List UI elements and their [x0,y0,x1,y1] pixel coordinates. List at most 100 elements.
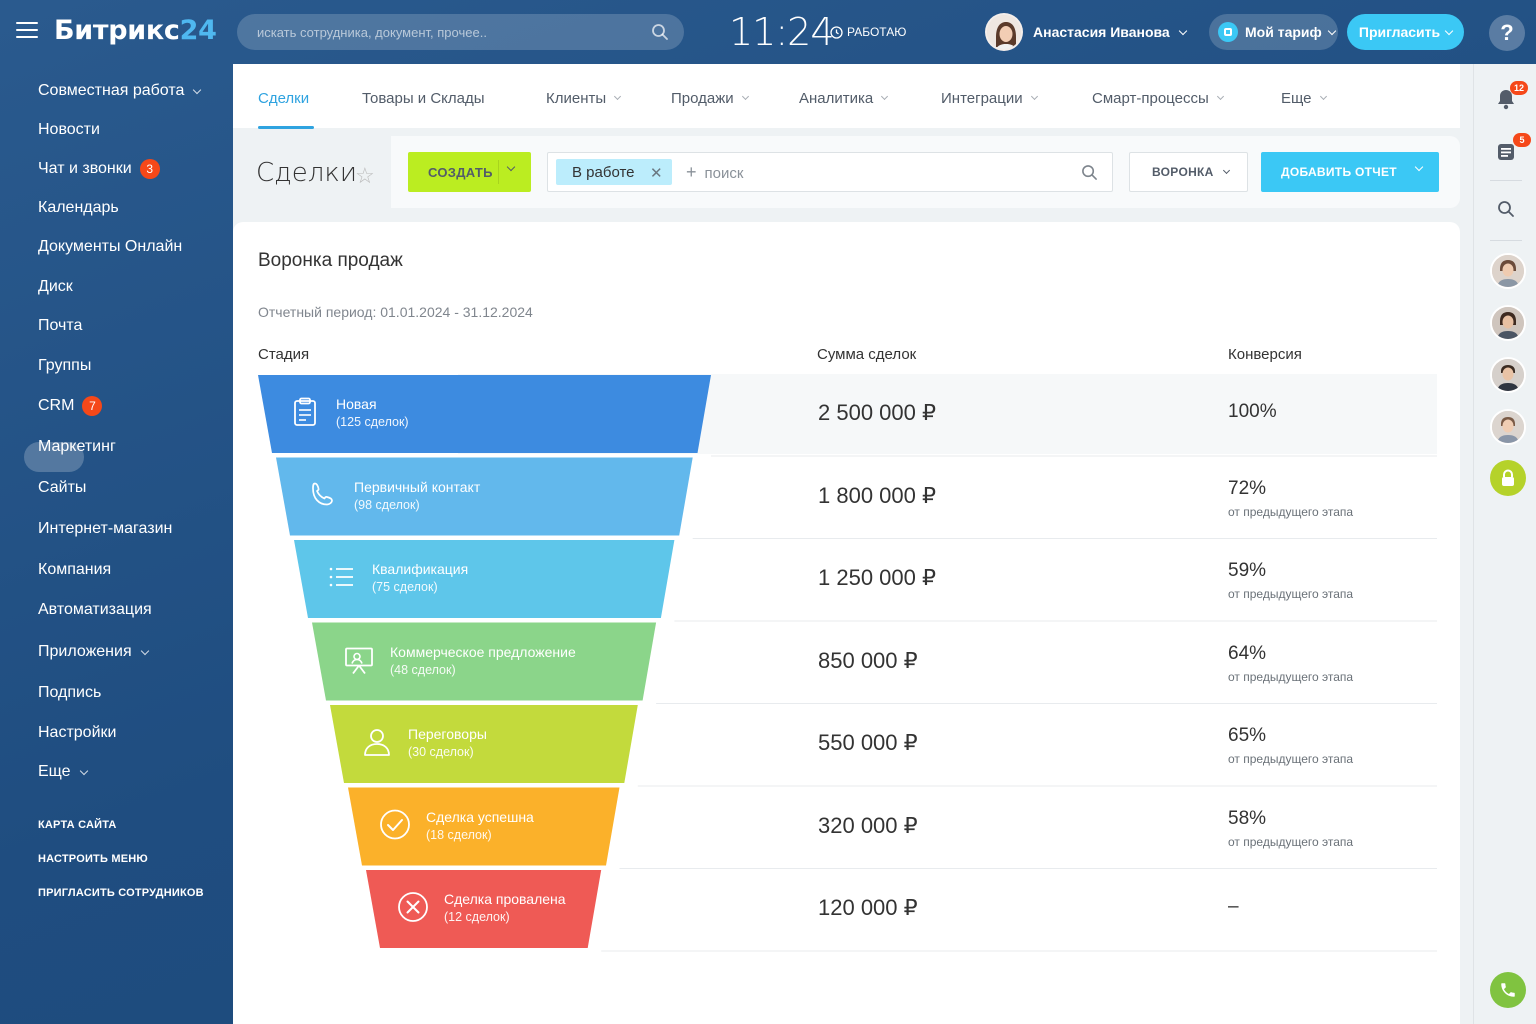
sidebar-item[interactable]: CRM 7 [38,393,103,419]
global-search-input[interactable] [237,14,684,50]
sidebar-item-label: Новости [38,121,100,138]
sidebar-item[interactable]: Приложения [38,639,149,665]
funnel-segment[interactable] [258,375,711,453]
logo-main: Битрикс [54,15,180,46]
filter-bar[interactable]: В работе ✕ + поиск [547,152,1113,192]
sidebar-link-configure-menu[interactable]: НАСТРОИТЬ МЕНЮ [38,853,148,865]
chevron-down-icon[interactable] [506,162,516,172]
stage-conversion-note: от предыдущего этапа [1228,669,1354,684]
stage-conversion-note: от предыдущего этапа [1228,834,1354,849]
sidebar-item[interactable]: Календарь [38,195,119,221]
search-icon[interactable] [651,23,669,41]
notifications-button[interactable]: 12 [1491,81,1528,114]
sidebar-item-label: Группы [38,357,92,374]
sidebar-item-badge: 3 [139,159,160,179]
funnel-segment[interactable] [294,540,675,618]
sidebar-item[interactable]: Компания [38,557,111,583]
tasks-icon [1498,144,1514,160]
filter-search-input[interactable]: + поиск [686,162,743,183]
sidebar-item[interactable]: Группы [38,353,91,379]
tab-label: Смарт-процессы [1092,89,1209,107]
sidebar-item-label: Чат и звонки [38,160,132,177]
sidebar-link-invite-employees[interactable]: ПРИГЛАСИТЬ СОТРУДНИКОВ [38,887,204,899]
stage-sum: 320 000 ₽ [818,812,918,838]
tab[interactable]: Аналитика [799,88,889,108]
tab-label: Клиенты [546,89,607,107]
contact-avatar[interactable] [1490,409,1526,445]
tab[interactable]: Продажи [671,88,749,108]
chevron-down-icon [79,766,88,775]
user-menu[interactable]: Анастасия Иванова [985,13,1187,51]
lock-button[interactable] [1490,460,1526,496]
stage-conversion: 64% [1228,642,1267,664]
tab[interactable]: Клиенты [546,88,622,108]
stage-label[interactable]: Коммерческое предложение (48 сделок) [390,643,576,679]
stage-conversion: 100% [1228,401,1277,422]
tariff-button[interactable]: Мой тариф [1209,14,1338,50]
contact-avatar[interactable] [1490,253,1526,289]
stage-label[interactable]: Переговоры (30 сделок) [408,725,487,761]
add-report-button[interactable]: ДОБАВИТЬ ОТЧЕТ [1261,152,1439,192]
sidebar-item[interactable]: Документы Онлайн [38,234,182,260]
logo[interactable]: Битрикс24 [54,15,217,46]
stage-label[interactable]: Сделка провалена (12 сделок) [444,890,566,926]
menu-burger-icon[interactable] [16,22,38,40]
sidebar-item-label: Компания [38,561,112,578]
user-avatar [985,13,1023,51]
close-icon[interactable]: ✕ [650,164,663,182]
contact-avatar[interactable] [1490,305,1526,341]
tab[interactable]: Товары и Склады [362,88,485,108]
tab[interactable]: Смарт-процессы [1092,88,1224,108]
sidebar-item-label: Подпись [38,684,102,701]
stage-sum: 1 250 000 ₽ [818,565,936,590]
sidebar-item[interactable]: Новости [38,117,100,143]
sidebar-item[interactable]: Маркетинг [38,434,116,460]
stage-count: (12 сделок) [444,910,510,924]
stage-label[interactable]: Сделка успешна (18 сделок) [426,808,534,844]
stage-count: (75 сделок) [372,580,438,594]
tab-label: Интеграции [941,89,1023,107]
sidebar-item[interactable]: Автоматизация [38,597,152,623]
search-button[interactable] [1491,194,1521,224]
stage-label[interactable]: Первичный контакт (98 сделок) [354,478,480,514]
star-icon[interactable]: ☆ [355,163,375,189]
work-status[interactable]: РАБОТАЮ [830,25,906,39]
tasks-button[interactable]: 5 [1491,133,1531,167]
invite-button[interactable]: Пригласить [1347,14,1464,50]
sidebar-link-sitemap[interactable]: КАРТА САЙТА [38,819,117,831]
sidebar-item[interactable]: Диск [38,274,73,300]
sidebar-item[interactable]: Совместная работа [38,78,202,104]
sidebar-item[interactable]: Почта [38,313,82,339]
stage-count: (98 сделок) [354,497,420,512]
funnel-button[interactable]: ВОРОНКА [1129,152,1248,192]
call-button[interactable] [1490,972,1526,1008]
divider [1490,180,1522,181]
sidebar-item-label: Календарь [38,199,119,216]
chevron-down-icon [193,85,202,94]
create-button[interactable]: СОЗДАТЬ [408,152,531,192]
tab[interactable]: Еще [1281,88,1327,108]
sidebar-item[interactable]: Интернет-магазин [38,516,172,542]
sidebar-item[interactable]: Еще [38,759,88,785]
tasks-badge: 5 [1513,133,1531,147]
stage-conversion: 65% [1228,725,1267,746]
clock[interactable]: 11:24 [729,10,835,54]
sidebar-item[interactable]: Настройки [38,720,116,746]
stage-label[interactable]: Квалификация (75 сделок) [372,560,468,596]
sidebar-item[interactable]: Подпись [38,680,101,706]
sidebar-item[interactable]: Чат и звонки 3 [38,156,160,182]
search-icon[interactable] [1081,164,1098,181]
tab[interactable]: Сделки [258,88,309,108]
help-button[interactable]: ? [1489,15,1525,51]
filter-tag[interactable]: В работе ✕ [556,159,672,185]
chevron-down-icon [1444,26,1454,35]
stage-sum: 120 000 ₽ [818,895,918,920]
chevron-down-icon[interactable] [1414,162,1424,172]
sidebar-item[interactable]: Сайты [38,475,86,501]
tab-label: Продажи [671,89,734,107]
funnel-segment[interactable] [276,457,693,536]
chevron-down-icon [1327,26,1337,35]
tab[interactable]: Интеграции [941,88,1038,108]
contact-avatar[interactable] [1490,357,1526,393]
stage-label[interactable]: Новая (125 сделок) [336,395,409,431]
